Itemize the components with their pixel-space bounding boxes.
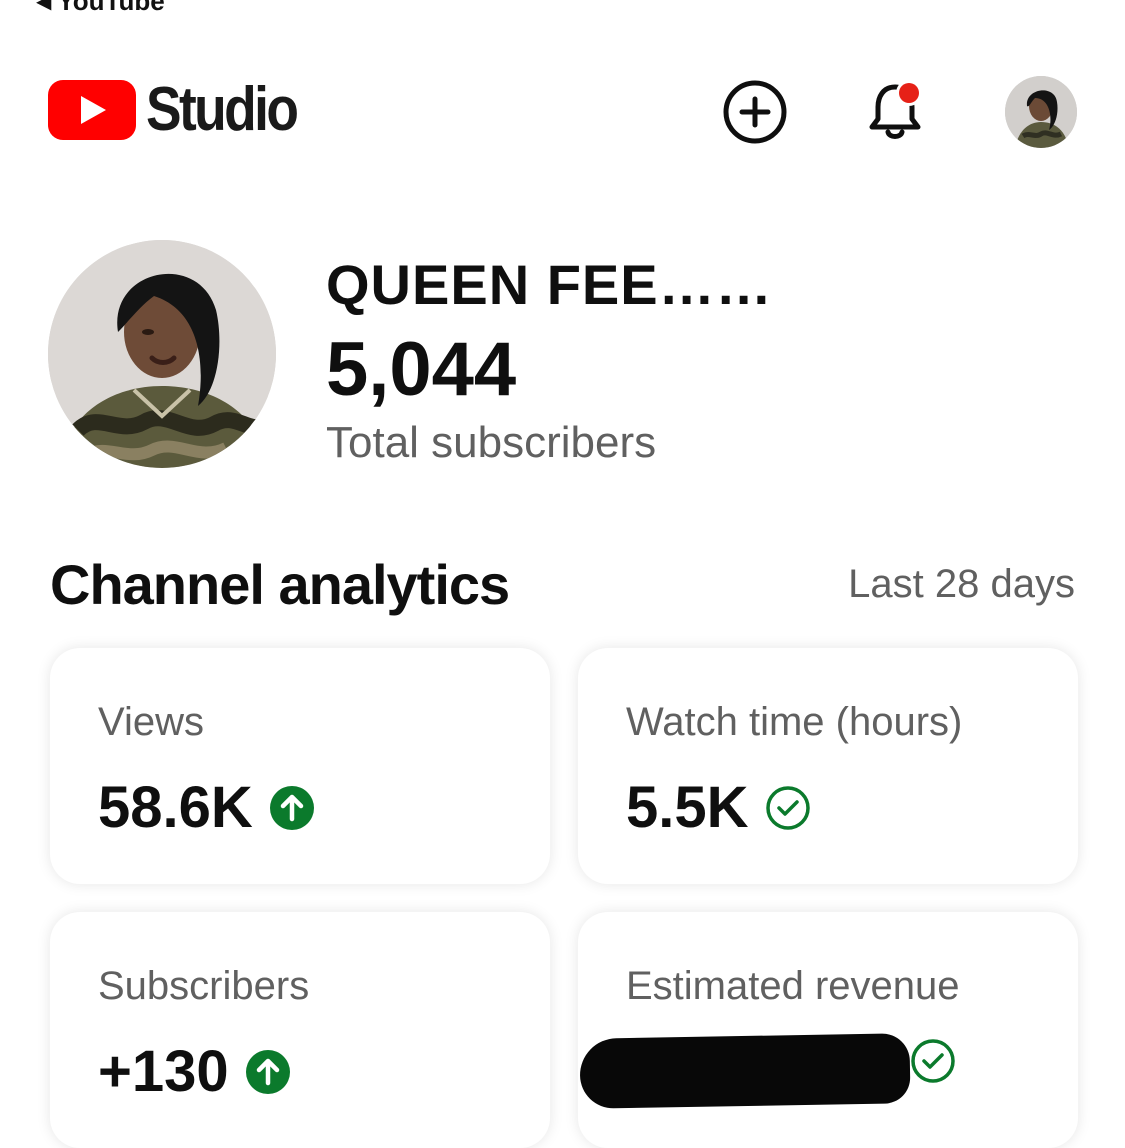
create-plus-icon xyxy=(723,80,787,144)
channel-summary: QUEEN FEE…… 5,044 Total subscribers xyxy=(48,240,1078,470)
date-range[interactable]: Last 28 days xyxy=(848,562,1075,607)
back-to-youtube-link[interactable]: ◀ YouTube xyxy=(36,0,165,17)
back-arrow-icon: ◀ xyxy=(36,0,52,13)
card-value: 5.5K xyxy=(626,775,749,840)
arrow-up-circle-icon xyxy=(269,785,315,831)
card-label: Views xyxy=(98,700,204,744)
check-circle-icon xyxy=(765,785,811,831)
card-label: Subscribers xyxy=(98,964,310,1008)
subscriber-count: 5,044 xyxy=(326,327,517,412)
youtube-play-icon xyxy=(48,80,136,140)
analytics-title: Channel analytics xyxy=(50,553,510,616)
notification-dot xyxy=(899,83,919,103)
notification-bell-icon xyxy=(869,80,922,139)
back-link-label: YouTube xyxy=(57,0,165,16)
notifications-button[interactable] xyxy=(859,76,931,148)
channel-avatar[interactable] xyxy=(48,240,276,468)
card-label: Estimated revenue xyxy=(626,964,960,1008)
subscriber-label: Total subscribers xyxy=(326,418,657,467)
account-avatar[interactable] xyxy=(1005,76,1077,148)
subscribers-card[interactable]: Subscribers +130 xyxy=(50,912,550,1148)
redacted-revenue-value xyxy=(579,1033,911,1109)
estimated-revenue-card[interactable]: Estimated revenue xyxy=(578,912,1078,1148)
card-value: 58.6K xyxy=(98,775,253,840)
card-label: Watch time (hours) xyxy=(626,700,963,744)
watch-time-card[interactable]: Watch time (hours) 5.5K xyxy=(578,648,1078,884)
channel-name: QUEEN FEE…… xyxy=(326,253,773,316)
youtube-studio-logo[interactable]: Studio xyxy=(48,75,321,144)
logo-text: Studio xyxy=(146,75,299,144)
arrow-up-circle-icon xyxy=(245,1049,291,1095)
card-value: +130 xyxy=(98,1039,229,1104)
header: Studio xyxy=(48,75,1077,148)
check-circle-icon xyxy=(910,1038,956,1084)
create-button[interactable] xyxy=(719,76,791,148)
views-card[interactable]: Views 58.6K xyxy=(50,648,550,884)
